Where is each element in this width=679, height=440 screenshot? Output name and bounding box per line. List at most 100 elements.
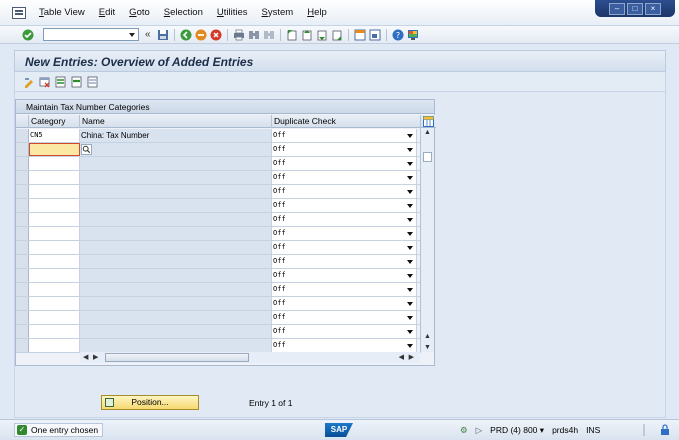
duplicate-check-dropdown[interactable]: Off xyxy=(272,283,417,296)
name-field[interactable]: China: Tax Number xyxy=(80,129,272,142)
row-selector[interactable] xyxy=(16,283,29,296)
category-field[interactable] xyxy=(29,241,80,254)
command-field[interactable] xyxy=(43,28,139,41)
horizontal-scroll-thumb[interactable] xyxy=(105,353,249,362)
row-selector[interactable] xyxy=(16,157,29,170)
row-selector[interactable] xyxy=(16,255,29,268)
row-selector[interactable] xyxy=(16,311,29,324)
duplicate-check-dropdown[interactable]: Off xyxy=(272,241,417,254)
duplicate-check-dropdown[interactable]: Off xyxy=(272,269,417,282)
row-selector[interactable] xyxy=(16,325,29,338)
category-field[interactable] xyxy=(29,171,80,184)
name-field[interactable] xyxy=(80,269,272,282)
new-session-icon[interactable] xyxy=(354,29,366,41)
duplicate-check-dropdown[interactable]: Off xyxy=(272,297,417,310)
menu-edit[interactable]: Edit xyxy=(92,7,122,18)
duplicate-check-dropdown[interactable]: Off xyxy=(272,213,417,226)
minimize-icon[interactable]: – xyxy=(609,2,625,15)
row-selector[interactable] xyxy=(16,199,29,212)
exit-icon[interactable] xyxy=(195,29,207,41)
deselect-all-icon[interactable] xyxy=(87,76,99,88)
chevron-down-icon[interactable] xyxy=(407,260,413,264)
chevron-down-icon[interactable] xyxy=(407,218,413,222)
menu-help[interactable]: Help xyxy=(300,7,334,18)
insert-mode[interactable]: INS xyxy=(586,425,600,436)
menu-selection[interactable]: Selection xyxy=(157,7,210,18)
category-field[interactable]: CN5 xyxy=(29,129,80,142)
row-selector[interactable] xyxy=(16,227,29,240)
menu-icon[interactable] xyxy=(12,6,26,19)
select-all-icon[interactable] xyxy=(55,76,67,88)
duplicate-check-dropdown[interactable]: Off xyxy=(272,339,417,352)
cancel-icon[interactable] xyxy=(210,29,222,41)
duplicate-check-dropdown[interactable]: Off xyxy=(272,325,417,338)
horizontal-scrollbar[interactable]: ◀ ▶ ◀ ▶ xyxy=(80,352,420,363)
row-selector[interactable] xyxy=(16,297,29,310)
chevron-down-icon[interactable] xyxy=(407,134,413,138)
row-selector-header[interactable] xyxy=(16,115,29,128)
table-settings-icon[interactable] xyxy=(423,116,434,127)
duplicate-check-dropdown[interactable]: Off xyxy=(272,199,417,212)
system-id[interactable]: PRD (4) 800 ▾ xyxy=(490,425,544,436)
scroll-up-icon[interactable]: ▲ xyxy=(424,129,431,136)
menu-utilities[interactable]: Utilities xyxy=(210,7,255,18)
category-field[interactable] xyxy=(29,157,80,170)
restore-icon[interactable]: □ xyxy=(627,2,643,15)
category-field[interactable] xyxy=(29,339,80,352)
category-field[interactable] xyxy=(29,255,80,268)
play-icon[interactable]: ▷ xyxy=(476,425,483,436)
next-page-icon[interactable] xyxy=(316,29,328,41)
category-field[interactable] xyxy=(29,283,80,296)
name-field[interactable] xyxy=(80,157,272,170)
chevron-down-icon[interactable] xyxy=(407,190,413,194)
chevron-down-icon[interactable] xyxy=(407,148,413,152)
category-field[interactable] xyxy=(29,297,80,310)
row-selector[interactable] xyxy=(16,241,29,254)
chevron-down-icon[interactable] xyxy=(407,176,413,180)
layout-icon[interactable] xyxy=(407,29,419,41)
name-field[interactable] xyxy=(80,143,272,156)
first-page-icon[interactable] xyxy=(286,29,298,41)
name-field[interactable] xyxy=(80,171,272,184)
system-status-icon[interactable]: ⚙ xyxy=(460,425,468,436)
name-field[interactable] xyxy=(80,325,272,338)
chevron-down-icon[interactable] xyxy=(407,232,413,236)
value-help-icon[interactable] xyxy=(81,144,92,155)
scroll-left-icon[interactable]: ◀ xyxy=(83,353,88,361)
delete-icon[interactable] xyxy=(39,76,51,88)
column-header-name[interactable]: Name xyxy=(80,115,272,128)
scroll-right-small-icon[interactable]: ▶ xyxy=(93,353,98,361)
duplicate-check-dropdown[interactable]: Off xyxy=(272,143,417,156)
status-message[interactable]: ✓ One entry chosen xyxy=(14,423,104,437)
vertical-scrollbar[interactable]: ▲ ▲ ▼ xyxy=(420,128,434,352)
vertical-scroll-thumb[interactable] xyxy=(423,152,432,162)
duplicate-check-dropdown[interactable]: Off xyxy=(272,311,417,324)
change-display-icon[interactable] xyxy=(23,76,35,88)
scroll-right-icon[interactable]: ▶ xyxy=(409,353,414,361)
name-field[interactable] xyxy=(80,283,272,296)
menu-goto[interactable]: Goto xyxy=(122,7,157,18)
find-icon[interactable] xyxy=(248,29,260,41)
chevron-down-icon[interactable] xyxy=(407,288,413,292)
last-page-icon[interactable] xyxy=(331,29,343,41)
scroll-down-icon[interactable]: ▼ xyxy=(424,344,431,351)
chevron-down-icon[interactable] xyxy=(407,316,413,320)
enter-icon[interactable] xyxy=(22,29,34,41)
row-selector[interactable] xyxy=(16,171,29,184)
name-field[interactable] xyxy=(80,339,272,352)
duplicate-check-dropdown[interactable]: Off xyxy=(272,255,417,268)
chevron-down-icon[interactable] xyxy=(407,162,413,166)
scroll-up-small-icon[interactable]: ▲ xyxy=(424,333,431,340)
name-field[interactable] xyxy=(80,311,272,324)
column-header-duplicate-check[interactable]: Duplicate Check xyxy=(272,115,421,128)
category-field[interactable] xyxy=(29,199,80,212)
row-selector[interactable] xyxy=(16,129,29,142)
scroll-left-small-icon[interactable]: ◀ xyxy=(399,353,404,361)
category-field[interactable] xyxy=(29,185,80,198)
category-field[interactable] xyxy=(29,311,80,324)
duplicate-check-dropdown[interactable]: Off xyxy=(272,157,417,170)
name-field[interactable] xyxy=(80,297,272,310)
name-field[interactable] xyxy=(80,185,272,198)
category-field[interactable] xyxy=(29,213,80,226)
column-header-category[interactable]: Category xyxy=(29,115,80,128)
